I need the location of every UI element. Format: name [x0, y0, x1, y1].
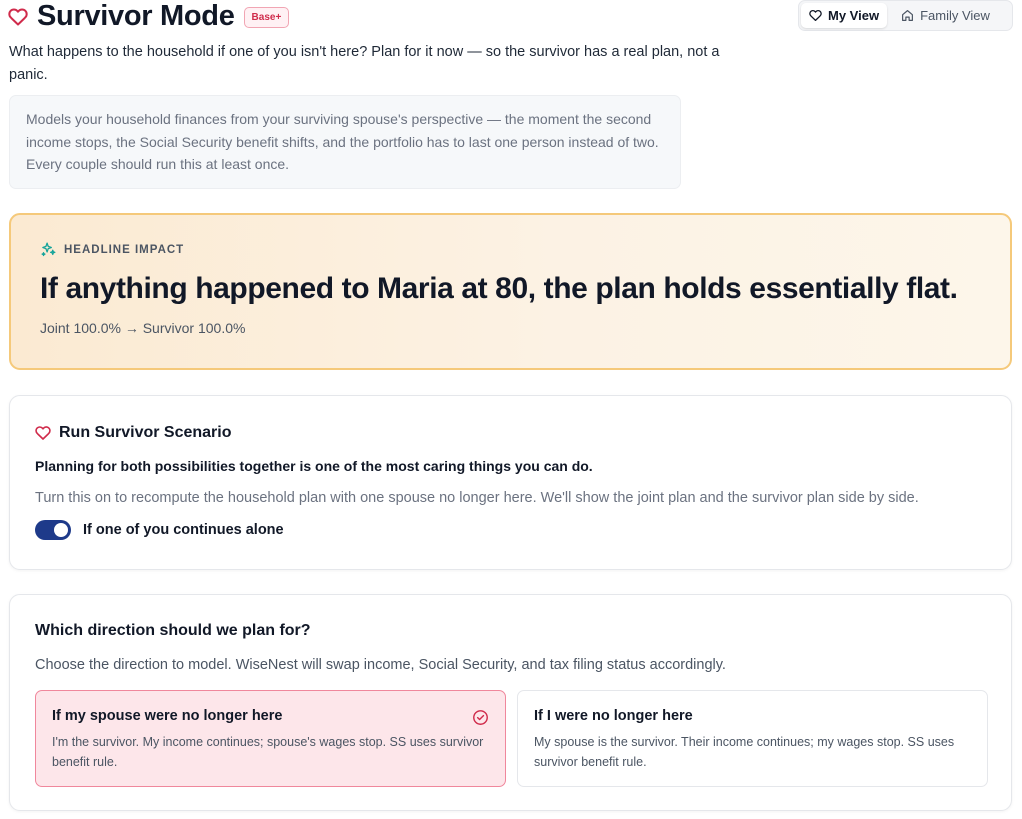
option-title: If my spouse were no longer here [52, 708, 283, 724]
survivor-mode-page: Survivor Mode Base+ My View Family View … [0, 0, 1022, 819]
heart-icon [8, 8, 28, 26]
scenario-title: Run Survivor Scenario [59, 424, 232, 441]
impact-label-row: HEADLINE IMPACT [40, 241, 981, 258]
impact-headline: If anything happened to Maria at 80, the… [40, 272, 958, 305]
toggle-knob [54, 523, 68, 537]
option-description: I'm the survivor. My income continues; s… [52, 735, 484, 769]
scenario-lead: Planning for both possibilities together… [35, 458, 593, 474]
heart-icon [35, 426, 51, 440]
intro-text: What happens to the household if one of … [9, 44, 720, 83]
heart-icon [809, 9, 822, 22]
scenario-header: Run Survivor Scenario [35, 424, 986, 442]
option-description: My spouse is the survivor. Their income … [534, 735, 955, 769]
survivor-scenario-card: Run Survivor Scenario Planning for both … [9, 395, 1012, 570]
option-title: If I were no longer here [534, 708, 693, 724]
impact-label: HEADLINE IMPACT [64, 243, 185, 256]
page-title: Survivor Mode [37, 0, 235, 32]
survivor-toggle-label[interactable]: If one of you continues alone [83, 522, 284, 538]
survivor-toggle-switch[interactable] [35, 520, 71, 540]
sparkles-icon [41, 242, 56, 257]
option-self-gone[interactable]: If I were no longer here My spouse is th… [517, 690, 988, 787]
direction-card: Which direction should we plan for? Choo… [9, 594, 1012, 811]
home-icon [902, 10, 914, 21]
my-view-label: My View [828, 8, 880, 23]
family-view-label: Family View [920, 8, 990, 23]
direction-description: Choose the direction to model. WiseNest … [35, 657, 726, 673]
tier-badge: Base+ [243, 6, 290, 28]
page-header: Survivor Mode Base+ [8, 0, 290, 32]
option-spouse-gone[interactable]: If my spouse were no longer here I'm the… [35, 690, 506, 787]
headline-impact-panel: HEADLINE IMPACT If anything happened to … [9, 213, 1012, 370]
survivor-toggle-row: If one of you continues alone [35, 520, 986, 540]
scenario-description: Turn this on to recompute the household … [35, 490, 919, 506]
family-view-button[interactable]: Family View [893, 3, 998, 28]
direction-title: Which direction should we plan for? [35, 622, 311, 639]
check-circle-icon [473, 710, 488, 725]
direction-options: If my spouse were no longer here I'm the… [35, 690, 988, 787]
view-toggle: My View Family View [798, 0, 1013, 31]
explainer-note: Models your household finances from your… [9, 95, 681, 189]
my-view-button[interactable]: My View [801, 3, 888, 28]
impact-comparison: Joint 100.0% → Survivor 100.0% [40, 320, 246, 336]
